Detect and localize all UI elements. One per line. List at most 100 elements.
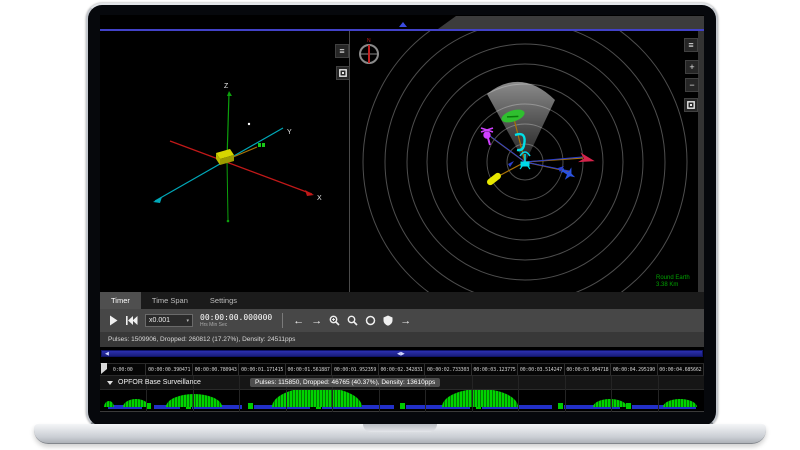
step-forward-button[interactable]: → [311,315,322,327]
arrow-right-icon: → [311,315,322,327]
filter-button[interactable] [383,315,393,326]
track-stats-badge: Pulses: 115850, Dropped: 46765 (40.37%),… [250,378,440,387]
density-hump [442,390,518,407]
arrow-left-icon: ← [293,315,304,327]
scope-info-text: Round Earth 3.38 Km [656,275,690,289]
playback-speed-value: x0.001 [149,317,170,324]
pulse-status-bar: Pulses: 1509906, Dropped: 260812 (17.27%… [100,332,704,347]
velocity-marker [508,161,514,167]
timeline-ruler[interactable]: 0:00:0000:00:00.39047100:00:00.78094300:… [100,363,704,376]
density-hump [593,399,627,407]
sim-time-units: Hrs Min Sec [200,323,227,328]
density-hump [272,390,362,407]
arrow-right-icon: → [400,315,411,327]
sim-time-display: 00:00:00.000000 Hrs Min Sec [200,314,272,328]
scale-label: 3.38 Km [656,282,690,289]
tab-settings[interactable]: Settings [199,292,248,309]
ruler-timestamp: 00:00:03.514247 [518,364,564,375]
platform-model[interactable] [216,149,234,165]
sim-time-value: 00:00:00.000000 [200,314,272,322]
playback-speed-select[interactable]: x0.001 ▾ [145,314,193,327]
density-hump [663,399,697,407]
chevron-down-icon: ▾ [186,318,189,324]
shield-icon [383,315,393,326]
collapse-chevron-icon[interactable] [107,381,113,385]
skip-to-start-icon [125,315,138,326]
hamburger-icon: ≡ [339,47,344,56]
timeline-scroll-area: ◀ ◀▶ [100,348,704,359]
radar-zoom-out-button[interactable]: − [685,78,699,92]
3d-axes-canvas: X Y Z [100,31,349,292]
ruler-timestamp: 00:00:02.342831 [379,364,425,375]
left-view-menu-button[interactable]: ≡ [335,44,349,58]
magnifier-icon [347,315,358,326]
playback-toolbar: x0.001 ▾ 00:00:00.000000 Hrs Min Sec ← → [100,309,704,332]
entity-red-fighter-icon[interactable] [578,152,596,166]
scroll-left-icon[interactable]: ◀ [105,351,109,358]
zoom-out-time-button[interactable] [347,315,358,326]
timeline-scrollbar[interactable]: ◀ ◀▶ [101,350,703,357]
titlebar-fragment [438,16,704,29]
zoom-in-time-button[interactable] [329,315,340,326]
x-axis: X [170,141,322,202]
tab-timer[interactable]: Timer [100,292,141,309]
screen-top-strip [100,15,704,29]
pulse-blip [400,403,405,409]
laptop-notch [363,424,437,432]
plus-icon: + [689,63,694,72]
top-marker-icon [399,22,407,27]
ruler-timestamp: 00:00:00.390471 [146,364,192,375]
y-axis: Y [153,128,292,203]
earth-model-label: Round Earth [656,275,690,282]
zoom-in-icon [329,315,340,326]
fullscreen-icon [687,101,695,109]
compass-icon[interactable]: N [359,38,379,63]
view-3d-scene[interactable]: X Y Z [100,31,350,292]
timer-tab-bar: Timer Time Span Settings [100,292,704,310]
play-button[interactable] [109,315,118,326]
laptop-bezel: X Y Z [86,3,718,428]
reset-view-button[interactable] [365,315,376,326]
ruler-timestamp: 00:00:04.295190 [611,364,657,375]
ruler-timestamp: 00:00:03.123775 [472,364,518,375]
timer-panel: Timer Time Span Settings x0.001 ▾ [100,292,704,347]
track-row[interactable]: OPFOR Base Surveillance Pulses: 115850, … [100,376,704,390]
view-radar-scope[interactable]: N Round Earth 3.38 Km ≡ + [350,31,704,292]
radar-menu-button[interactable]: ≡ [684,38,698,52]
track-name: OPFOR Base Surveillance [118,379,201,386]
density-hump [166,394,222,407]
minus-icon: − [689,81,694,90]
ruler-timestamp: 00:00:01.952359 [332,364,378,375]
radar-fullscreen-button[interactable] [684,98,698,112]
scroll-handle-icon[interactable]: ◀▶ [397,351,405,358]
ruler-timestamp: 00:00:02.733303 [425,364,471,375]
tab-time-span[interactable]: Time Span [141,292,199,309]
skip-to-start-button[interactable] [125,315,138,326]
ruler-timestamp: 00:00:01.561887 [286,364,332,375]
radar-canvas: N [350,31,704,292]
pulse-blip [558,403,563,409]
y-axis-label: Y [287,129,292,136]
radar-zoom-in-button[interactable]: + [685,60,699,74]
laptop-screen: X Y Z [100,15,704,412]
pulse-status-text: Pulses: 1509906, Dropped: 260812 (17.27%… [108,336,295,343]
leader-lines-blue [490,136,582,171]
play-icon [109,315,118,326]
pulse-density-waveform [100,390,704,412]
toolbar-separator [282,313,283,328]
ruler-timestamp: 00:00:03.904718 [565,364,611,375]
pulse-blip [248,403,253,409]
density-hump [123,399,149,407]
viewport-area: X Y Z [100,31,704,292]
x-axis-label: X [317,195,322,202]
left-view-fullscreen-button[interactable] [336,66,350,80]
step-back-button[interactable]: ← [293,315,304,327]
go-to-end-button[interactable]: → [400,315,411,327]
z-axis-label: Z [224,83,229,90]
density-hump [104,401,114,407]
svg-text:N: N [367,38,371,44]
laptop-base [34,424,766,444]
ruler-timestamp: 00:00:01.171415 [239,364,285,375]
entity-surveillance-radar-icon[interactable] [520,152,530,169]
fullscreen-icon [339,69,347,77]
